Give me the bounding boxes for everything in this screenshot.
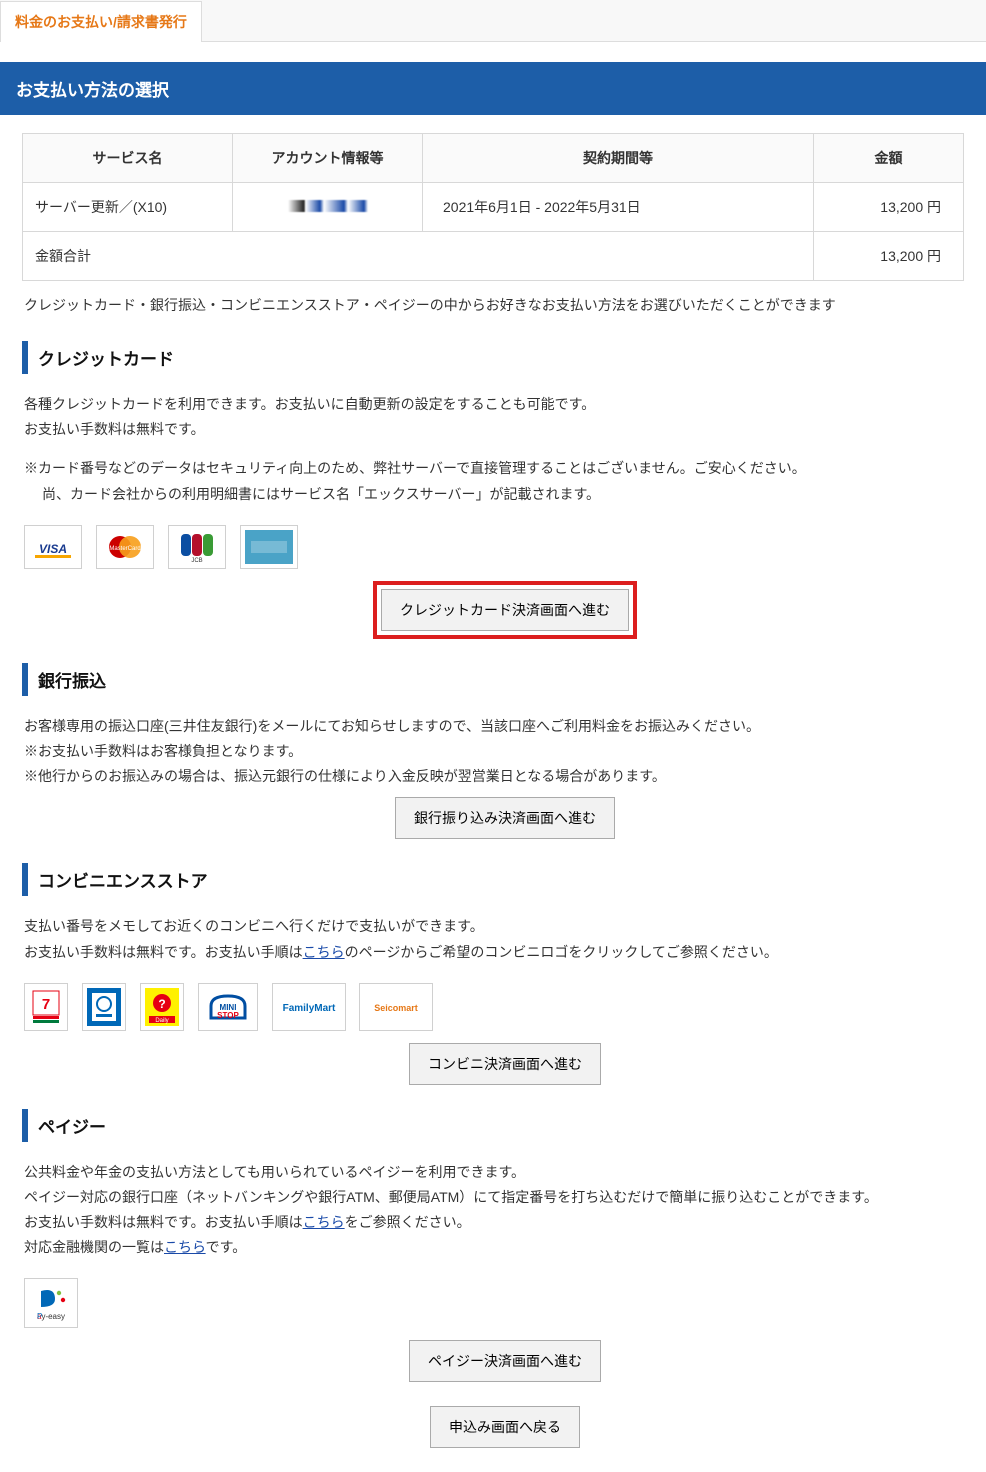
table-row: サーバー更新／(X10) 2021年6月1日 - 2022年5月31日 13,2… — [23, 183, 964, 232]
payeasy-link2[interactable]: こちら — [164, 1239, 206, 1255]
mastercard-icon: MasterCard — [96, 525, 154, 569]
payeasy-line1: 公共料金や年金の支払い方法としても用いられているペイジーを利用できます。 — [24, 1160, 986, 1185]
bank-proceed-button[interactable]: 銀行振り込み決済画面へ進む — [395, 797, 615, 839]
lawson-icon — [82, 983, 126, 1031]
conv-title: コンビニエンスストア — [38, 872, 208, 891]
payeasy-line2: ペイジー対応の銀行口座（ネットバンキングや銀行ATM、郵便局ATM）にて指定番号… — [24, 1185, 986, 1210]
svg-text:VISA: VISA — [39, 542, 67, 556]
bank-line1: お客様専用の振込口座(三井住友銀行)をメールにてお知らせしますので、当該口座へご… — [24, 714, 986, 739]
credit-card-proceed-button[interactable]: クレジットカード決済画面へ進む — [381, 589, 629, 631]
svg-text:STOP: STOP — [217, 1011, 239, 1020]
credit-title: クレジットカード — [38, 350, 174, 369]
cell-total-amount: 13,200 円 — [814, 232, 964, 281]
svg-text:?: ? — [158, 997, 165, 1011]
intro-text: クレジットカード・銀行振込・コンビニエンスストア・ペイジーの中からお好きなお支払… — [24, 295, 962, 315]
daily-yamazaki-icon: ? Daily — [140, 983, 184, 1031]
section-title: お支払い方法の選択 — [0, 62, 986, 115]
back-button[interactable]: 申込み画面へ戻る — [430, 1406, 580, 1448]
summary-table: サービス名 アカウント情報等 契約期間等 金額 サーバー更新／(X10) 202… — [22, 133, 964, 281]
tab-payment[interactable]: 料金のお支払い/請求書発行 — [0, 1, 202, 42]
conv-line2: お支払い手数料は無料です。お支払い手順はこちらのページからご希望のコンビニロゴを… — [24, 940, 986, 965]
svg-text:Daily: Daily — [155, 1018, 168, 1024]
cell-account — [233, 183, 423, 232]
payeasy-line4: 対応金融機関の一覧はこちらです。 — [24, 1235, 986, 1260]
credit-line1: 各種クレジットカードを利用できます。お支払いに自動更新の設定をすることも可能です… — [24, 392, 986, 417]
cell-period: 2021年6月1日 - 2022年5月31日 — [423, 183, 814, 232]
block-convenience: コンビニエンスストア 支払い番号をメモしてお近くのコンビニへ行くだけで支払いがで… — [22, 863, 986, 1084]
payeasy-title: ペイジー — [38, 1118, 106, 1137]
jcb-icon: JCB — [168, 525, 226, 569]
ministop-icon: MINISTOP — [198, 983, 258, 1031]
svg-text:JCB: JCB — [191, 558, 202, 564]
block-credit-card: クレジットカード 各種クレジットカードを利用できます。お支払いに自動更新の設定を… — [22, 341, 986, 639]
svg-text:P: P — [37, 1312, 42, 1321]
credit-note2: 尚、カード会社からの利用明細書にはサービス名「エックスサーバー」が記載されます。 — [24, 482, 986, 507]
cell-service: サーバー更新／(X10) — [23, 183, 233, 232]
seven-eleven-icon: 7 — [24, 983, 68, 1031]
svg-text:MasterCard: MasterCard — [109, 546, 140, 552]
cell-total-label: 金額合計 — [23, 232, 814, 281]
bank-line2: ※お支払い手数料はお客様負担となります。 — [24, 739, 986, 764]
conv-link[interactable]: こちら — [303, 944, 345, 960]
conv-line1: 支払い番号をメモしてお近くのコンビニへ行くだけで支払いができます。 — [24, 914, 986, 939]
credit-note1: ※カード番号などのデータはセキュリティ向上のため、弊社サーバーで直接管理すること… — [24, 456, 986, 481]
th-amount: 金額 — [814, 134, 964, 183]
seicomart-icon: Seicomart — [359, 983, 433, 1031]
payeasy-line3: お支払い手数料は無料です。お支払い手順はこちらをご参照ください。 — [24, 1210, 986, 1235]
bank-line3: ※他行からのお振込みの場合は、振込元銀行の仕様により入金反映が翌営業日となる場合… — [24, 764, 986, 789]
payeasy-proceed-button[interactable]: ペイジー決済画面へ進む — [409, 1340, 601, 1382]
svg-text:7: 7 — [42, 996, 50, 1013]
credit-button-highlight: クレジットカード決済画面へ進む — [373, 581, 637, 639]
svg-text:Seicomart: Seicomart — [375, 1003, 419, 1013]
block-payeasy: ペイジー 公共料金や年金の支払い方法としても用いられているペイジーを利用できます… — [22, 1109, 986, 1449]
bank-title: 銀行振込 — [38, 672, 106, 691]
convenience-proceed-button[interactable]: コンビニ決済画面へ進む — [409, 1043, 601, 1085]
account-masked — [288, 200, 368, 212]
payeasy-link1[interactable]: こちら — [303, 1214, 345, 1230]
table-row-total: 金額合計 13,200 円 — [23, 232, 964, 281]
amex-icon — [240, 525, 298, 569]
svg-text:FamilyMart: FamilyMart — [282, 1003, 335, 1014]
payeasy-icon: ay-easyP — [24, 1278, 78, 1328]
th-service: サービス名 — [23, 134, 233, 183]
visa-icon: VISA — [24, 525, 82, 569]
credit-line2: お支払い手数料は無料です。 — [24, 417, 986, 442]
familymart-icon: FamilyMart — [272, 983, 346, 1031]
block-bank: 銀行振込 お客様専用の振込口座(三井住友銀行)をメールにてお知らせしますので、当… — [22, 663, 986, 840]
th-account: アカウント情報等 — [233, 134, 423, 183]
cell-amount: 13,200 円 — [814, 183, 964, 232]
th-period: 契約期間等 — [423, 134, 814, 183]
